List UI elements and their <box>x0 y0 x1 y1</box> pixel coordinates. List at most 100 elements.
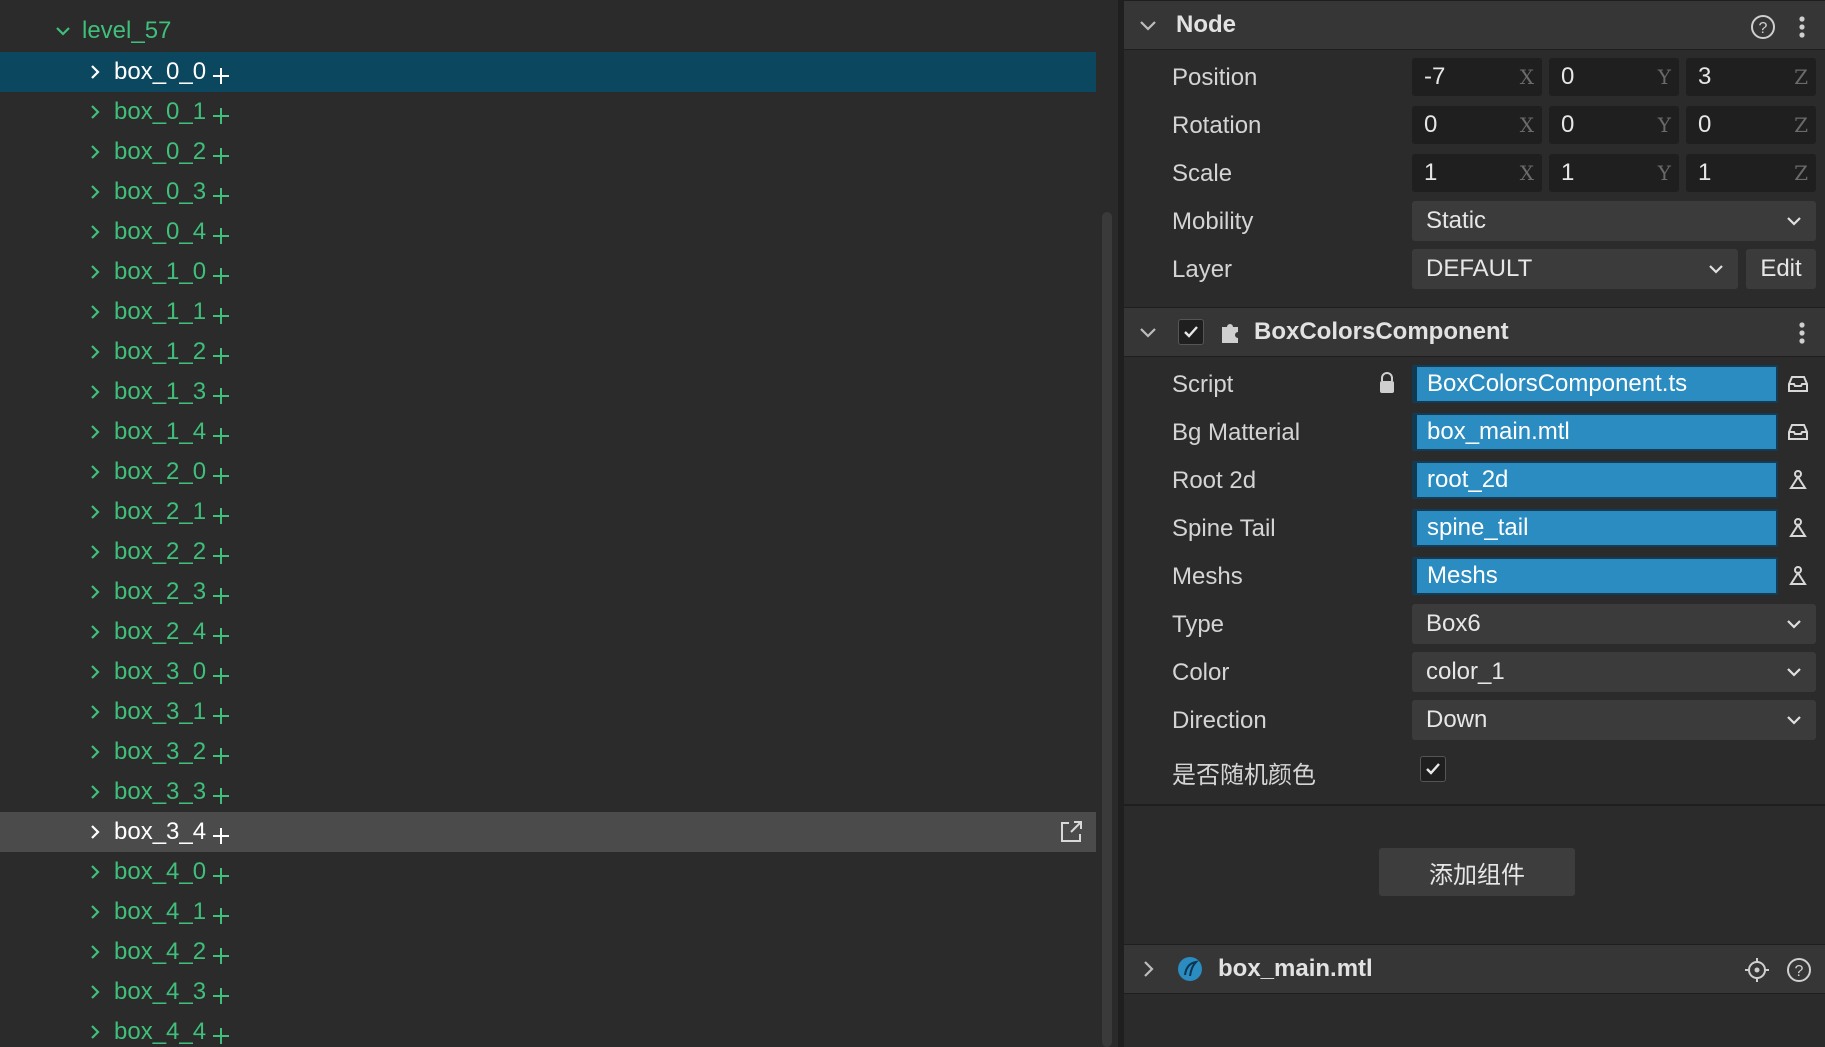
tree-item[interactable]: box_2_0 <box>0 452 1096 492</box>
position-y-field[interactable]: 0Y <box>1549 58 1679 96</box>
mobility-label: Mobility <box>1172 208 1254 235</box>
tree-item[interactable]: box_2_3 <box>0 572 1096 612</box>
layer-edit-button[interactable]: Edit <box>1746 249 1816 289</box>
chevron-right-icon[interactable] <box>84 381 106 403</box>
asset-browse-icon[interactable] <box>1778 365 1818 403</box>
chevron-right-icon[interactable] <box>84 661 106 683</box>
node-picker-icon[interactable] <box>1778 557 1818 595</box>
color-select[interactable]: color_1 <box>1412 652 1816 692</box>
tree-item-label: box_1_2 <box>114 338 207 365</box>
locate-icon[interactable] <box>1744 957 1770 983</box>
chevron-right-icon[interactable] <box>84 261 106 283</box>
tree-item[interactable]: box_3_3 <box>0 772 1096 812</box>
tree-item[interactable]: box_3_4 <box>0 812 1096 852</box>
random-color-checkbox[interactable] <box>1420 756 1446 782</box>
tree-item[interactable]: box_4_1 <box>0 892 1096 932</box>
chevron-right-icon[interactable] <box>84 701 106 723</box>
chevron-right-icon[interactable] <box>84 581 106 603</box>
chevron-right-icon[interactable] <box>84 861 106 883</box>
rotation-y-field[interactable]: 0Y <box>1549 106 1679 144</box>
tree-item[interactable]: box_3_0 <box>0 652 1096 692</box>
chevron-right-icon[interactable] <box>84 301 106 323</box>
chevron-right-icon[interactable] <box>84 101 106 123</box>
chevron-right-icon[interactable] <box>84 501 106 523</box>
layer-select[interactable]: DEFAULT <box>1412 249 1738 289</box>
chevron-right-icon[interactable] <box>84 821 106 843</box>
tree-item[interactable]: box_4_2 <box>0 932 1096 972</box>
tree-item[interactable]: box_1_3 <box>0 372 1096 412</box>
tree-item[interactable]: box_0_1 <box>0 92 1096 132</box>
tree-item[interactable]: box_4_4 <box>0 1012 1096 1047</box>
chevron-down-icon[interactable] <box>52 20 74 42</box>
scale-z-field[interactable]: 1Z <box>1686 154 1816 192</box>
tree-item[interactable]: box_4_3 <box>0 972 1096 1012</box>
tree-item[interactable]: box_0_4 <box>0 212 1096 252</box>
scale-y-field[interactable]: 1Y <box>1549 154 1679 192</box>
tree-item[interactable]: box_1_2 <box>0 332 1096 372</box>
spine-tail-node-field[interactable]: spine_tail <box>1412 508 1824 548</box>
asset-browse-icon[interactable] <box>1778 413 1818 451</box>
help-icon[interactable]: ? <box>1786 957 1812 983</box>
tree-item[interactable]: box_2_4 <box>0 612 1096 652</box>
tree-item[interactable]: box_3_2 <box>0 732 1096 772</box>
meshs-node-field[interactable]: Meshs <box>1412 556 1824 596</box>
tree-item-label: box_4_2 <box>114 938 207 965</box>
more-vertical-icon[interactable] <box>1796 14 1808 40</box>
chevron-right-icon[interactable] <box>84 461 106 483</box>
prefab-plus-icon <box>213 268 230 284</box>
more-vertical-icon[interactable] <box>1796 320 1808 346</box>
prefab-plus-icon <box>213 388 230 404</box>
chevron-right-icon[interactable] <box>84 1021 106 1043</box>
type-select[interactable]: Box6 <box>1412 604 1816 644</box>
rotation-x-field[interactable]: 0X <box>1412 106 1542 144</box>
tree-item[interactable]: box_0_2 <box>0 132 1096 172</box>
material-section-header[interactable]: box_main.mtl ? <box>1124 944 1825 994</box>
chevron-right-icon[interactable] <box>84 901 106 923</box>
direction-select[interactable]: Down <box>1412 700 1816 740</box>
root-2d-node-field[interactable]: root_2d <box>1412 460 1824 500</box>
chevron-right-icon[interactable] <box>84 621 106 643</box>
chevron-right-icon[interactable] <box>84 141 106 163</box>
chevron-right-icon[interactable] <box>84 181 106 203</box>
chevron-down-icon[interactable] <box>1136 13 1160 37</box>
tree-item[interactable]: box_1_4 <box>0 412 1096 452</box>
chevron-right-icon[interactable] <box>84 341 106 363</box>
chevron-right-icon[interactable] <box>1136 957 1160 981</box>
help-icon[interactable]: ? <box>1750 14 1776 40</box>
tree-item[interactable]: box_2_2 <box>0 532 1096 572</box>
chevron-right-icon[interactable] <box>84 941 106 963</box>
chevron-right-icon[interactable] <box>84 981 106 1003</box>
node-picker-icon[interactable] <box>1778 509 1818 547</box>
direction-label: Direction <box>1172 707 1267 734</box>
add-component-button[interactable]: 添加组件 <box>1379 848 1575 896</box>
component-section-header[interactable]: BoxColorsComponent <box>1124 307 1825 357</box>
node-picker-icon[interactable] <box>1778 461 1818 499</box>
chevron-right-icon[interactable] <box>84 781 106 803</box>
tree-item[interactable]: box_0_0 <box>0 52 1096 92</box>
tree-item[interactable]: box_1_0 <box>0 252 1096 292</box>
component-enabled-checkbox[interactable] <box>1178 319 1204 345</box>
position-z-field[interactable]: 3Z <box>1686 58 1816 96</box>
hierarchy-scrollbar[interactable] <box>1102 212 1112 1047</box>
mobility-select[interactable]: Static <box>1412 201 1816 241</box>
tree-item[interactable]: box_0_3 <box>0 172 1096 212</box>
chevron-right-icon[interactable] <box>84 741 106 763</box>
chevron-down-icon[interactable] <box>1136 320 1160 344</box>
node-section-header[interactable]: Node ? <box>1124 0 1825 50</box>
script-asset-field[interactable]: BoxColorsComponent.ts <box>1412 364 1824 404</box>
scale-x-field[interactable]: 1X <box>1412 154 1542 192</box>
rotation-z-field[interactable]: 0Z <box>1686 106 1816 144</box>
edit-prefab-icon[interactable] <box>1058 819 1084 845</box>
tree-item[interactable]: box_4_0 <box>0 852 1096 892</box>
chevron-right-icon[interactable] <box>84 61 106 83</box>
chevron-right-icon[interactable] <box>84 221 106 243</box>
bg-material-asset-field[interactable]: box_main.mtl <box>1412 412 1824 452</box>
tree-item[interactable]: box_3_1 <box>0 692 1096 732</box>
prefab-plus-icon <box>213 708 230 724</box>
chevron-right-icon[interactable] <box>84 541 106 563</box>
chevron-right-icon[interactable] <box>84 421 106 443</box>
tree-item[interactable]: box_1_1 <box>0 292 1096 332</box>
tree-item[interactable]: box_2_1 <box>0 492 1096 532</box>
position-x-field[interactable]: -7 X <box>1412 58 1542 96</box>
tree-root-level-57[interactable]: level_57 <box>52 11 652 51</box>
